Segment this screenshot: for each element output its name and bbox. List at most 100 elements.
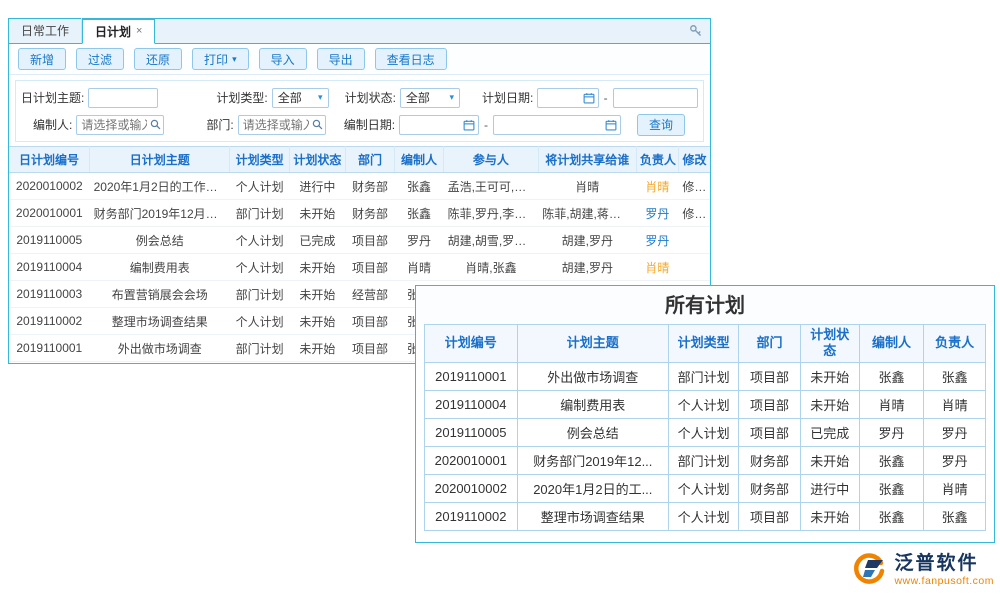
plan-status-select[interactable]: 全部 ▾ <box>400 88 460 108</box>
view-log-button[interactable]: 查看日志 <box>375 48 447 70</box>
tab-daily-plan-label: 日计划 <box>95 20 131 44</box>
cell-id[interactable]: 2020010002 <box>9 173 90 200</box>
print-button[interactable]: 打印 ▾ <box>192 48 249 70</box>
cell-type: 个人计划 <box>669 474 739 502</box>
calendar-icon[interactable] <box>463 119 475 131</box>
chevron-down-icon: ▾ <box>232 54 237 65</box>
cell-subject[interactable]: 布置营销展会会场 <box>90 281 230 308</box>
cell-id[interactable]: 2019110001 <box>9 335 90 362</box>
cell-id: 2019110004 <box>425 390 518 418</box>
main-column-header[interactable]: 部门 <box>345 147 394 173</box>
filter-button[interactable]: 过滤 <box>76 48 124 70</box>
cell-subject[interactable]: 财务部门2019年12月的... <box>90 200 230 227</box>
cell-status: 未开始 <box>289 281 345 308</box>
new-button[interactable]: 新增 <box>18 48 66 70</box>
tab-daily-work[interactable]: 日常工作 <box>9 18 82 43</box>
cell-owner[interactable]: 罗丹 <box>636 200 678 227</box>
cell-type: 部门计划 <box>669 362 739 390</box>
cell-subject[interactable]: 整理市场调查结果 <box>90 308 230 335</box>
tab-bar: 日常工作 日计划 × <box>9 19 710 44</box>
cell-edit <box>678 254 710 281</box>
compile-date-label: 编制日期: <box>344 116 395 133</box>
plan-type-select[interactable]: 全部 ▾ <box>272 88 329 108</box>
main-column-header[interactable]: 计划类型 <box>230 147 290 173</box>
all-plans-row[interactable]: 2019110004编制费用表个人计划项目部未开始肖晴肖晴 <box>425 390 986 418</box>
cell-id[interactable]: 2019110004 <box>9 254 90 281</box>
main-column-header[interactable]: 负责人 <box>636 147 678 173</box>
cell-share: 肖晴 <box>538 173 636 200</box>
cell-creator: 张鑫 <box>859 502 924 530</box>
main-column-header[interactable]: 计划状态 <box>289 147 345 173</box>
query-button[interactable]: 查询 <box>637 114 685 136</box>
import-button[interactable]: 导入 <box>259 48 307 70</box>
cell-status: 未开始 <box>289 200 345 227</box>
cell-owner[interactable]: 肖晴 <box>636 254 678 281</box>
calendar-icon[interactable] <box>605 119 617 131</box>
cell-id[interactable]: 2019110002 <box>9 308 90 335</box>
main-column-header[interactable]: 日计划主题 <box>90 147 230 173</box>
search-icon[interactable] <box>312 119 323 130</box>
main-column-header[interactable]: 将计划共享给谁 <box>538 147 636 173</box>
daily-plan-row[interactable]: 2020010001财务部门2019年12月的...部门计划未开始财务部张鑫陈菲… <box>9 200 710 227</box>
cell-creator: 张鑫 <box>395 200 444 227</box>
cell-creator: 肖晴 <box>395 254 444 281</box>
cell-subject: 外出做市场调查 <box>517 362 668 390</box>
cell-owner: 肖晴 <box>924 390 986 418</box>
daily-plan-row[interactable]: 2019110004编制费用表个人计划未开始项目部肖晴肖晴,张鑫胡建,罗丹肖晴 <box>9 254 710 281</box>
cell-subject[interactable]: 外出做市场调查 <box>90 335 230 362</box>
compile-date-to-input[interactable] <box>493 115 621 135</box>
main-column-header[interactable]: 参与人 <box>444 147 539 173</box>
cell-id[interactable]: 2019110003 <box>9 281 90 308</box>
key-icon[interactable] <box>689 24 703 41</box>
cell-participants: 胡建,胡雪,罗丹,任晓... <box>444 227 539 254</box>
main-column-header[interactable]: 修改 <box>678 147 710 173</box>
cell-dept: 项目部 <box>345 254 394 281</box>
main-column-header[interactable]: 编制人 <box>395 147 444 173</box>
cell-id[interactable]: 2019110005 <box>9 227 90 254</box>
search-icon[interactable] <box>150 119 161 130</box>
cell-edit[interactable]: 修改 <box>678 173 710 200</box>
cell-participants: 孟浩,王可可,肖晴,张鑫 <box>444 173 539 200</box>
all-plans-row[interactable]: 2019110005例会总结个人计划项目部已完成罗丹罗丹 <box>425 418 986 446</box>
cell-owner: 张鑫 <box>924 362 986 390</box>
export-button[interactable]: 导出 <box>317 48 365 70</box>
cell-subject[interactable]: 编制费用表 <box>90 254 230 281</box>
cell-subject[interactable]: 2020年1月2日的工作日... <box>90 173 230 200</box>
calendar-icon[interactable] <box>583 92 595 104</box>
print-label: 打印 <box>204 51 228 68</box>
cell-owner[interactable]: 罗丹 <box>636 227 678 254</box>
all-plans-row[interactable]: 2019110002整理市场调查结果个人计划项目部未开始张鑫张鑫 <box>425 502 986 530</box>
plan-type-value: 全部 <box>278 89 302 106</box>
all-plans-row[interactable]: 20200100022020年1月2日的工...个人计划财务部进行中张鑫肖晴 <box>425 474 986 502</box>
plan-date-from-input[interactable] <box>537 88 598 108</box>
main-column-header[interactable]: 日计划编号 <box>9 147 90 173</box>
cell-creator: 罗丹 <box>395 227 444 254</box>
tab-daily-work-label: 日常工作 <box>21 19 69 43</box>
cell-id[interactable]: 2020010001 <box>9 200 90 227</box>
cell-share: 胡建,罗丹 <box>538 254 636 281</box>
all-plans-column-header: 编制人 <box>859 325 924 363</box>
daily-plan-row[interactable]: 20200100022020年1月2日的工作日...个人计划进行中财务部张鑫孟浩… <box>9 173 710 200</box>
cell-edit[interactable]: 修改 <box>678 200 710 227</box>
cell-creator: 肖晴 <box>859 390 924 418</box>
cell-id: 2019110005 <box>425 418 518 446</box>
close-tab-icon[interactable]: × <box>136 26 142 37</box>
cell-type: 部门计划 <box>669 446 739 474</box>
subject-input[interactable] <box>88 88 158 108</box>
tab-daily-plan[interactable]: 日计划 × <box>82 19 155 44</box>
cell-owner[interactable]: 肖晴 <box>636 173 678 200</box>
brand-url[interactable]: www.fanpusoft.com <box>894 575 994 587</box>
cell-creator: 张鑫 <box>859 474 924 502</box>
plan-date-to-input[interactable] <box>613 88 698 108</box>
all-plans-row[interactable]: 2020010001财务部门2019年12...部门计划财务部未开始张鑫罗丹 <box>425 446 986 474</box>
compile-date-from-input[interactable] <box>399 115 479 135</box>
daily-plan-row[interactable]: 2019110005例会总结个人计划已完成项目部罗丹胡建,胡雪,罗丹,任晓...… <box>9 227 710 254</box>
cell-type: 个人计划 <box>230 308 290 335</box>
cell-creator: 张鑫 <box>859 362 924 390</box>
cell-type: 个人计划 <box>669 390 739 418</box>
cell-subject[interactable]: 例会总结 <box>90 227 230 254</box>
restore-button[interactable]: 还原 <box>134 48 182 70</box>
all-plans-column-header: 计划编号 <box>425 325 518 363</box>
all-plans-row[interactable]: 2019110001外出做市场调查部门计划项目部未开始张鑫张鑫 <box>425 362 986 390</box>
cell-dept: 财务部 <box>739 446 801 474</box>
